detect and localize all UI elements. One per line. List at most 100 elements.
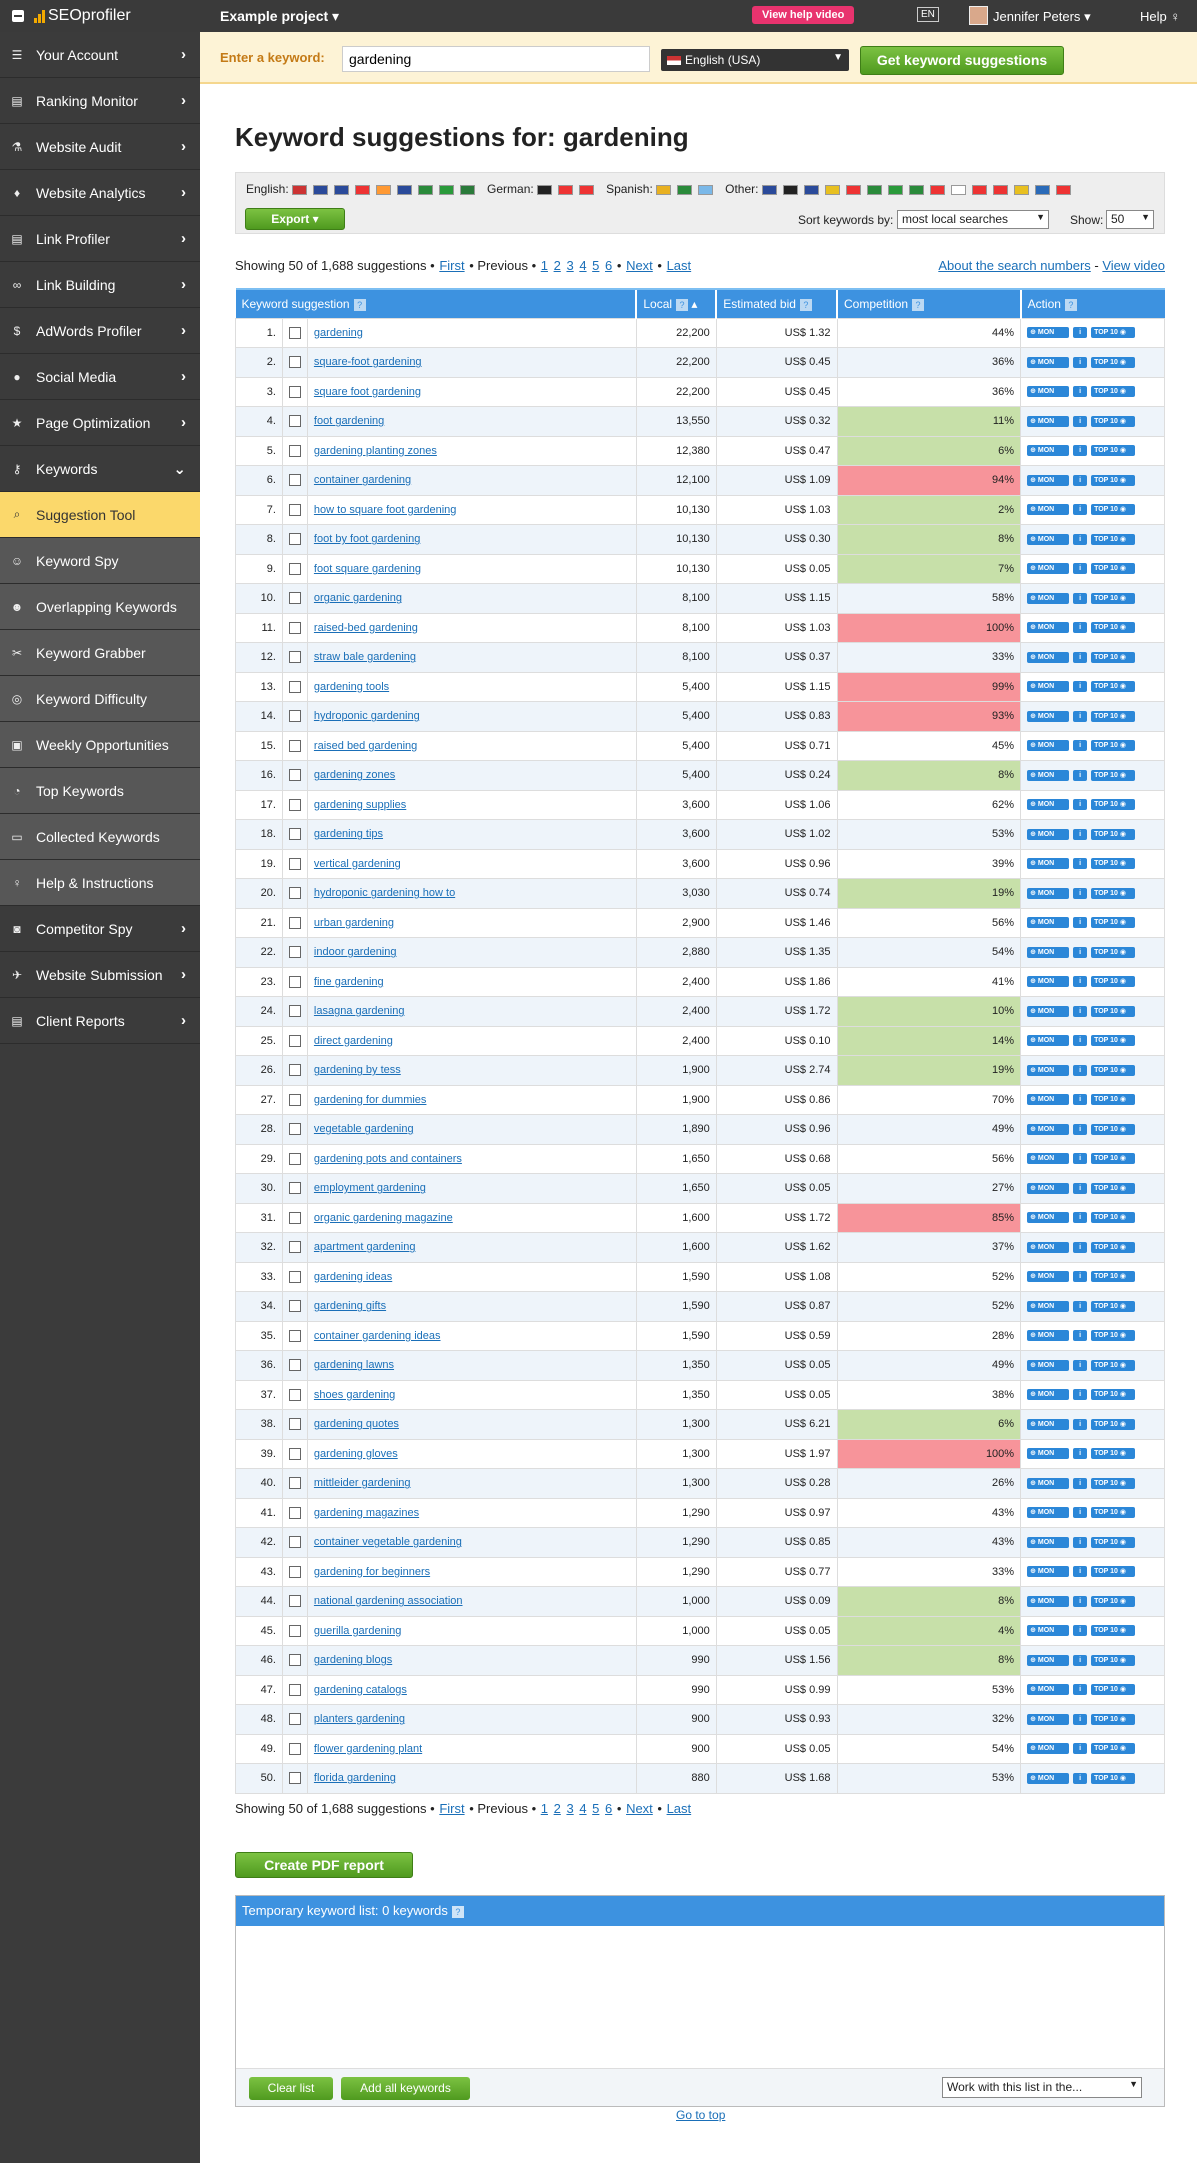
monitor-button[interactable]: ⊕ MON — [1027, 592, 1070, 604]
monitor-button[interactable]: ⊕ MON — [1027, 1330, 1070, 1342]
add-all-keywords-button[interactable]: Add all keywords — [341, 2077, 470, 2100]
help-icon[interactable]: ? — [1064, 298, 1077, 311]
monitor-button[interactable]: ⊕ MON — [1027, 1005, 1070, 1017]
monitor-button[interactable]: ⊕ MON — [1027, 622, 1070, 634]
keyword-link[interactable]: florida gardening — [314, 1772, 396, 1784]
flag-icon[interactable] — [908, 184, 924, 195]
keyword-link[interactable]: apartment gardening — [314, 1241, 416, 1253]
monitor-button[interactable]: ⊕ MON — [1027, 887, 1070, 899]
info-button[interactable]: i — [1073, 1005, 1088, 1017]
monitor-button[interactable]: ⊕ MON — [1027, 1418, 1070, 1430]
row-checkbox[interactable] — [288, 1064, 301, 1077]
keyword-link[interactable]: planters gardening — [314, 1713, 405, 1725]
keyword-link[interactable]: gardening catalogs — [314, 1684, 407, 1696]
sidebar-item[interactable]: ♀ Help & Instructions — [0, 860, 200, 906]
flag-icon[interactable] — [698, 184, 714, 195]
top10-button[interactable]: TOP 10 ◉ — [1091, 769, 1136, 781]
monitor-button[interactable]: ⊕ MON — [1027, 445, 1070, 457]
monitor-button[interactable]: ⊕ MON — [1027, 1153, 1070, 1165]
pager-last-link[interactable]: Last — [667, 1801, 692, 1816]
monitor-button[interactable]: ⊕ MON — [1027, 976, 1070, 988]
col-competition[interactable]: Competition? — [836, 288, 1021, 318]
top10-button[interactable]: TOP 10 ◉ — [1091, 1595, 1136, 1607]
row-checkbox[interactable] — [288, 946, 301, 959]
flag-icon[interactable] — [313, 184, 329, 195]
col-bid[interactable]: Estimated bid? — [715, 288, 838, 318]
info-button[interactable]: i — [1073, 1035, 1088, 1047]
row-checkbox[interactable] — [288, 1241, 301, 1254]
row-checkbox[interactable] — [288, 1418, 301, 1431]
clear-list-button[interactable]: Clear list — [249, 2077, 333, 2100]
info-button[interactable]: i — [1073, 622, 1088, 634]
info-button[interactable]: i — [1073, 445, 1088, 457]
monitor-button[interactable]: ⊕ MON — [1027, 563, 1070, 575]
keyword-link[interactable]: square foot gardening — [314, 386, 421, 398]
sidebar-item[interactable]: ✈ Website Submission › — [0, 952, 200, 998]
flag-icon[interactable] — [866, 184, 882, 195]
monitor-button[interactable]: ⊕ MON — [1027, 1123, 1070, 1135]
help-menu[interactable]: Help ♀ — [1140, 9, 1180, 24]
row-checkbox[interactable] — [288, 828, 301, 841]
row-checkbox[interactable] — [288, 1477, 301, 1490]
monitor-button[interactable]: ⊕ MON — [1027, 1772, 1070, 1784]
sidebar-item[interactable]: ⚗ Website Audit › — [0, 124, 200, 170]
info-button[interactable]: i — [1073, 1536, 1088, 1548]
monitor-button[interactable]: ⊕ MON — [1027, 1035, 1070, 1047]
row-checkbox[interactable] — [288, 1005, 301, 1018]
info-button[interactable]: i — [1073, 504, 1088, 516]
sidebar-item[interactable]: ⌕ Suggestion Tool — [0, 492, 200, 538]
row-checkbox[interactable] — [288, 710, 301, 723]
top10-button[interactable]: TOP 10 ◉ — [1091, 651, 1136, 663]
sidebar-item[interactable]: ∞ Link Building › — [0, 262, 200, 308]
flag-icon[interactable] — [1055, 184, 1071, 195]
flag-icon[interactable] — [824, 184, 840, 195]
keyword-link[interactable]: foot gardening — [314, 415, 384, 427]
info-button[interactable]: i — [1073, 1241, 1088, 1253]
pager-page-link[interactable]: 3 — [566, 1801, 573, 1816]
row-checkbox[interactable] — [288, 385, 301, 398]
row-checkbox[interactable] — [288, 592, 301, 605]
keyword-link[interactable]: indoor gardening — [314, 946, 397, 958]
menu-toggle-icon[interactable] — [12, 10, 24, 22]
flag-icon[interactable] — [929, 184, 945, 195]
monitor-button[interactable]: ⊕ MON — [1027, 828, 1070, 840]
row-checkbox[interactable] — [288, 503, 301, 516]
info-button[interactable]: i — [1073, 1448, 1088, 1460]
info-button[interactable]: i — [1073, 740, 1088, 752]
top10-button[interactable]: TOP 10 ◉ — [1091, 1566, 1136, 1578]
flag-icon[interactable] — [376, 184, 392, 195]
row-checkbox[interactable] — [288, 739, 301, 752]
info-button[interactable]: i — [1073, 769, 1088, 781]
info-button[interactable]: i — [1073, 858, 1088, 870]
row-checkbox[interactable] — [288, 798, 301, 811]
keyword-link[interactable]: gardening for beginners — [314, 1566, 430, 1578]
flag-icon[interactable] — [803, 184, 819, 195]
top10-button[interactable]: TOP 10 ◉ — [1091, 740, 1136, 752]
keyword-link[interactable]: foot square gardening — [314, 563, 421, 575]
info-button[interactable]: i — [1073, 828, 1088, 840]
row-checkbox[interactable] — [288, 857, 301, 870]
monitor-button[interactable]: ⊕ MON — [1027, 1743, 1070, 1755]
row-checkbox[interactable] — [288, 651, 301, 664]
info-button[interactable]: i — [1073, 415, 1088, 427]
flag-icon[interactable] — [558, 184, 574, 195]
info-button[interactable]: i — [1073, 386, 1088, 398]
info-button[interactable]: i — [1073, 710, 1088, 722]
top10-button[interactable]: TOP 10 ◉ — [1091, 976, 1136, 988]
flag-icon[interactable] — [439, 184, 455, 195]
row-checkbox[interactable] — [288, 887, 301, 900]
top10-button[interactable]: TOP 10 ◉ — [1091, 710, 1136, 722]
flag-icon[interactable] — [656, 184, 672, 195]
go-to-top-link[interactable]: Go to top — [676, 2108, 725, 2122]
top10-button[interactable]: TOP 10 ◉ — [1091, 1035, 1136, 1047]
pager-page-link[interactable]: 6 — [605, 258, 612, 273]
info-button[interactable]: i — [1073, 1477, 1088, 1489]
keyword-link[interactable]: vegetable gardening — [314, 1123, 414, 1135]
row-checkbox[interactable] — [288, 1300, 301, 1313]
monitor-button[interactable]: ⊕ MON — [1027, 356, 1070, 368]
row-checkbox[interactable] — [288, 1742, 301, 1755]
info-button[interactable]: i — [1073, 1389, 1088, 1401]
monitor-button[interactable]: ⊕ MON — [1027, 740, 1070, 752]
info-button[interactable]: i — [1073, 1684, 1088, 1696]
info-button[interactable]: i — [1073, 563, 1088, 575]
